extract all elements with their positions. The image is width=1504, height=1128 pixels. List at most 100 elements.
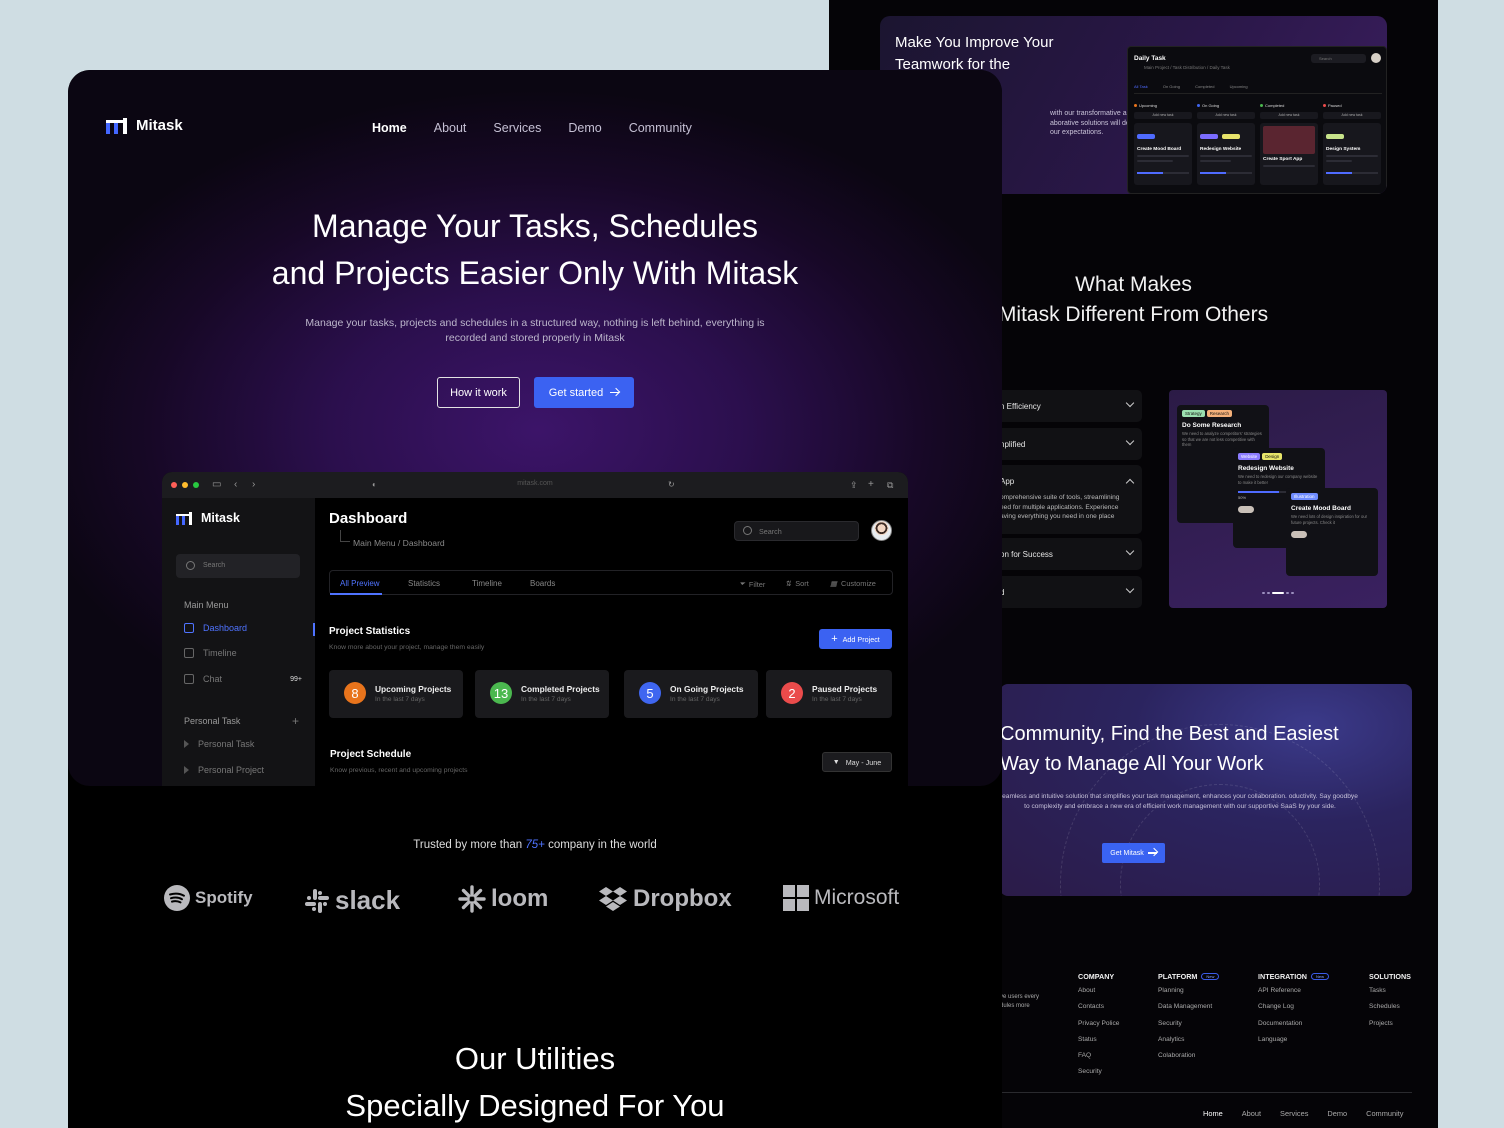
sort-icon: ⇅ <box>785 579 792 588</box>
address-bar[interactable]: mitask.com <box>162 480 908 487</box>
task-card[interactable]: Redesign Website <box>1197 123 1255 185</box>
how-it-work-button[interactable]: How it work <box>437 377 520 408</box>
tab-boards[interactable]: Boards <box>530 579 555 588</box>
footer-link[interactable]: Analytics <box>1158 1036 1219 1046</box>
tab-all-preview[interactable]: All Preview <box>340 579 380 588</box>
stat-sub: In the last 7 days <box>375 696 425 703</box>
schedule-range-select[interactable]: ▼ May - June <box>822 752 892 772</box>
nav-community[interactable]: Community <box>629 121 692 135</box>
board-tabs: All Task On Going Completed Upcoming <box>1134 84 1382 94</box>
footer-link[interactable]: Change Log <box>1258 1003 1329 1013</box>
footer-link[interactable]: About <box>1078 987 1119 997</box>
new-tab-icon[interactable]: + <box>868 479 874 491</box>
sidebar-item-chat[interactable]: Chat 99+ <box>184 674 302 684</box>
footer-link[interactable]: FAQ <box>1078 1052 1119 1062</box>
accordion-item[interactable]: n Efficiency <box>992 390 1142 422</box>
task-card[interactable]: Design System <box>1323 123 1381 185</box>
breadcrumb[interactable]: Main Menu / Dashboard <box>353 538 445 548</box>
footer-nav-services[interactable]: Services <box>1280 1109 1308 1118</box>
footer-link[interactable]: Language <box>1258 1036 1329 1046</box>
dashboard-search-input[interactable]: Search <box>734 521 859 541</box>
chevron-down-icon: ▼ <box>832 758 840 766</box>
feature-card-desc: We need to redesign our company website … <box>1238 474 1318 485</box>
spotify-logo: Spotify <box>164 885 253 911</box>
stat-card-ongoing[interactable]: 5 On Going Projects In the last 7 days <box>624 670 758 718</box>
stat-card-upcoming[interactable]: 8 Upcoming Projects In the last 7 days <box>329 670 463 718</box>
chevron-down-icon <box>1125 398 1135 408</box>
nav-demo[interactable]: Demo <box>568 121 601 135</box>
footer-column-title: SOLUTIONS <box>1369 971 1411 981</box>
brand-logo[interactable]: Mitask <box>106 117 183 134</box>
nav-about[interactable]: About <box>434 121 467 135</box>
stat-sub: In the last 7 days <box>521 696 571 703</box>
feature-card-title: Redesign Website <box>1238 465 1294 472</box>
get-mitask-button[interactable]: Get Mitask <box>1102 843 1165 863</box>
add-project-button[interactable]: + Add Project <box>819 629 892 649</box>
footer-link[interactable]: Status <box>1078 1036 1119 1046</box>
board-tab[interactable]: On Going <box>1163 84 1180 89</box>
nav-home[interactable]: Home <box>372 121 407 135</box>
footer-nav-demo[interactable]: Demo <box>1327 1109 1347 1118</box>
feature-card-title: Create Mood Board <box>1291 505 1351 512</box>
footer-link[interactable]: API Reference <box>1258 987 1329 997</box>
add-icon[interactable]: + <box>292 714 299 728</box>
add-task-button[interactable]: Add new task <box>1134 112 1192 119</box>
tab-statistics[interactable]: Statistics <box>408 579 440 588</box>
footer-link[interactable]: Security <box>1158 1020 1219 1030</box>
column-label: On Going <box>1202 103 1220 108</box>
accordion-item[interactable]: nplified <box>992 428 1142 460</box>
tabs-overview-icon[interactable]: ⧉ <box>887 479 893 491</box>
caret-right-icon <box>184 766 189 774</box>
footer-link[interactable]: Data Management <box>1158 1003 1219 1013</box>
board-tab[interactable]: All Task <box>1134 84 1148 89</box>
footer-nav-about[interactable]: About <box>1242 1109 1261 1118</box>
dropbox-logo: Dropbox <box>598 885 732 913</box>
add-task-button[interactable]: Add new task <box>1323 112 1381 119</box>
board-search-input[interactable]: Search <box>1311 54 1366 63</box>
footer-link[interactable]: Projects <box>1369 1020 1411 1030</box>
footer-link[interactable]: Security <box>1078 1068 1119 1078</box>
sidebar-item-personal-project[interactable]: Personal Project <box>184 765 302 775</box>
footer-nav-community[interactable]: Community <box>1366 1109 1403 1118</box>
board-tab[interactable]: Upcoming <box>1230 84 1248 89</box>
sidebar-search-input[interactable]: Search <box>176 554 300 578</box>
sidebar-logo[interactable]: Mitask <box>176 511 240 525</box>
footer-link[interactable]: Contacts <box>1078 1003 1119 1013</box>
carousel-dots[interactable] <box>1262 592 1294 594</box>
get-started-button[interactable]: Get started <box>534 377 634 408</box>
footer-link[interactable]: Documentation <box>1258 1020 1329 1030</box>
footer-link[interactable]: Planning <box>1158 987 1219 997</box>
sidebar-item-dashboard[interactable]: Dashboard <box>184 623 302 633</box>
sidebar-item-timeline[interactable]: Timeline <box>184 648 302 658</box>
accordion-item[interactable]: d <box>992 576 1142 608</box>
footer-link[interactable]: Schedules <box>1369 1003 1411 1013</box>
nav-services[interactable]: Services <box>493 121 541 135</box>
task-card[interactable]: Create Sport App <box>1260 123 1318 185</box>
add-task-button[interactable]: Add new task <box>1260 112 1318 119</box>
avatar[interactable] <box>1371 53 1381 63</box>
board-tab[interactable]: Completed <box>1195 84 1214 89</box>
sidebar-item-personal-task[interactable]: Personal Task <box>184 739 302 749</box>
footer-link[interactable]: Colaboration <box>1158 1052 1219 1062</box>
reload-icon[interactable]: ↻ <box>668 479 675 491</box>
avatar[interactable] <box>871 520 892 541</box>
board-column: Paused Add new task Design System <box>1323 103 1381 194</box>
tab-timeline[interactable]: Timeline <box>472 579 502 588</box>
footer-link[interactable]: Tasks <box>1369 987 1411 997</box>
search-icon <box>186 561 195 570</box>
customize-button[interactable]: ▦ Customize <box>830 579 876 588</box>
accordion-item-open[interactable]: App omprehensive suite of tools, streaml… <box>992 465 1142 534</box>
task-card[interactable]: Create Mood Board <box>1134 123 1192 185</box>
share-icon[interactable]: ⇪ <box>850 479 858 491</box>
accordion-item[interactable]: on for Success <box>992 538 1142 570</box>
footer-nav-home[interactable]: Home <box>1203 1109 1223 1118</box>
filter-button[interactable]: ⏷ Filter <box>739 579 765 589</box>
add-task-button[interactable]: Add new task <box>1197 112 1255 119</box>
project-statistics-subtitle: Know more about your project, manage the… <box>329 644 485 651</box>
footer-link[interactable]: Privacy Police <box>1078 1020 1119 1030</box>
stat-card-paused[interactable]: 2 Paused Projects In the last 7 days <box>766 670 892 718</box>
task-card-title: Redesign Website <box>1200 147 1242 152</box>
stat-card-completed[interactable]: 13 Completed Projects In the last 7 days <box>475 670 609 718</box>
calendar-icon <box>184 648 194 658</box>
sort-button[interactable]: ⇅ Sort <box>785 579 809 588</box>
